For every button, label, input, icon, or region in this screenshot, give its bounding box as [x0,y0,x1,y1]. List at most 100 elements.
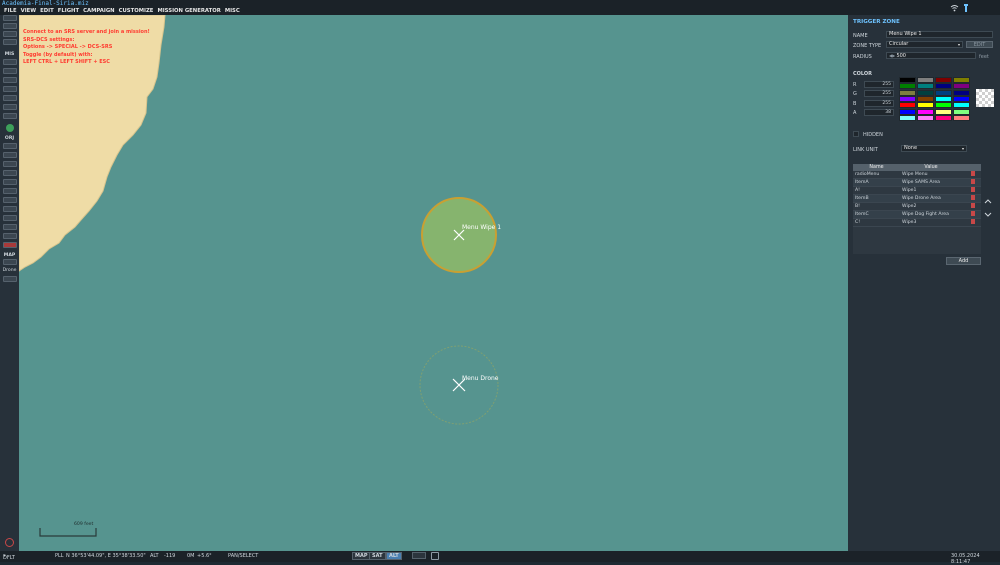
table-row[interactable]: B! Wipe2 [853,202,981,211]
tool-button-4[interactable] [3,39,17,45]
tool-map-extra[interactable] [3,276,17,282]
hidden-checkbox[interactable] [853,131,859,137]
palette-swatch[interactable] [935,83,952,90]
palette-swatch[interactable] [953,102,970,109]
tool-button-1[interactable] [3,15,17,21]
tool-ruler[interactable] [3,224,17,230]
palette-swatch[interactable] [953,89,970,96]
zone-type-select[interactable]: Circular ▾ [886,41,963,48]
palette-swatch[interactable] [953,114,970,121]
tool-static[interactable] [3,188,17,194]
menu-edit[interactable]: EDIT [40,8,54,14]
menu-view[interactable]: VIEW [21,8,37,14]
palette-swatch[interactable] [935,108,952,115]
palette-swatch[interactable] [935,114,952,121]
palette-swatch[interactable] [917,102,934,109]
menu-mission-generator[interactable]: MISSION GENERATOR [157,8,220,14]
delete-icon[interactable] [970,203,975,208]
tool-nav-point[interactable] [3,215,17,221]
color-a-input[interactable]: 38 [864,109,894,116]
link-unit-select[interactable]: None ▾ [901,145,967,152]
property-name[interactable]: ItemB [853,194,900,203]
map-view[interactable]: Menu Wipe 1 Menu Drone 609 feet Connect … [19,15,848,551]
property-name[interactable]: ItemA [853,178,900,187]
tool-button-2[interactable] [3,23,17,29]
wifi-icon[interactable] [950,4,959,12]
palette-swatch[interactable] [899,108,916,115]
tool-button-5[interactable] [3,59,17,65]
table-row[interactable]: C! Wipe3 [853,218,981,227]
color-r-input[interactable]: 255 [864,81,894,88]
tool-button-6[interactable] [3,68,17,74]
menu-flight[interactable]: FLIGHT [58,8,79,14]
camera-icon[interactable] [431,552,439,560]
palette-swatch[interactable] [899,114,916,121]
delete-icon[interactable] [970,195,975,200]
tool-button-10[interactable] [3,104,17,110]
tool-aircraft-1[interactable] [3,143,17,149]
palette-swatch[interactable] [917,89,934,96]
delete-icon[interactable] [970,211,975,216]
palette-swatch[interactable] [899,89,916,96]
delete-icon[interactable] [970,171,975,176]
radius-input[interactable]: ◀▶ 500 [886,52,976,59]
table-row[interactable]: radioMenu Wipe Menu [853,171,981,179]
palette-swatch[interactable] [899,95,916,102]
status-dot-icon[interactable] [6,124,14,132]
tool-zone[interactable] [3,206,17,212]
add-button[interactable]: Add [946,257,981,265]
tool-aircraft-2[interactable] [3,152,17,158]
record-icon[interactable] [5,538,14,547]
tool-button-7[interactable] [3,77,17,83]
palette-swatch[interactable] [917,95,934,102]
table-row[interactable]: ItemA Wipe SAMS Area [853,178,981,187]
menu-campaign[interactable]: CAMPAIGN [83,8,115,14]
property-value[interactable]: Wipe SAMS Area [900,178,962,187]
palette-swatch[interactable] [935,95,952,102]
tool-helicopter[interactable] [3,161,17,167]
edit-button[interactable]: EDIT [966,41,993,48]
tool-ship[interactable] [3,170,17,176]
palette-swatch[interactable] [917,108,934,115]
signal-tower-icon[interactable] [963,3,969,13]
property-name[interactable]: radioMenu [853,171,900,179]
delete-icon[interactable] [970,187,975,192]
palette-swatch[interactable] [953,77,970,83]
palette-swatch[interactable] [953,95,970,102]
table-row[interactable]: A! Wipe1 [853,186,981,195]
color-g-input[interactable]: 255 [864,90,894,97]
tool-ground-unit[interactable] [3,179,17,185]
tool-button-8[interactable] [3,86,17,92]
map-canvas[interactable] [19,15,848,551]
table-row[interactable]: ItemC Wipe Dog Fight Area [853,210,981,219]
map-button[interactable]: MAP [352,552,371,560]
menu-file[interactable]: FILE [4,8,17,14]
tool-button-11[interactable] [3,113,17,119]
palette-swatch[interactable] [953,108,970,115]
palette-swatch[interactable] [899,83,916,90]
property-value[interactable]: Wipe3 [900,218,962,227]
tool-draw[interactable] [3,233,17,239]
property-name[interactable]: A! [853,186,900,195]
palette-swatch[interactable] [917,83,934,90]
property-name[interactable]: B! [853,202,900,211]
menu-misc[interactable]: MISC [225,8,240,14]
palette-swatch[interactable] [953,83,970,90]
alt-button[interactable]: ALT [386,552,402,560]
palette-swatch[interactable] [935,102,952,109]
palette-swatch[interactable] [899,77,916,83]
delete-icon[interactable] [970,179,975,184]
sat-button[interactable]: SAT [369,552,386,560]
name-input[interactable]: Menu Wipe 1 [886,31,993,38]
palette-swatch[interactable] [935,89,952,96]
property-value[interactable]: Wipe2 [900,202,962,211]
palette-swatch[interactable] [917,77,934,83]
palette-swatch[interactable] [935,77,952,83]
property-name[interactable]: ItemC [853,210,900,219]
scroll-up-icon[interactable] [984,198,992,204]
color-b-input[interactable]: 255 [864,100,894,107]
palette-swatch[interactable] [917,114,934,121]
tool-button-9[interactable] [3,95,17,101]
layers-icon[interactable] [412,552,426,559]
tool-map-options[interactable] [3,259,17,265]
